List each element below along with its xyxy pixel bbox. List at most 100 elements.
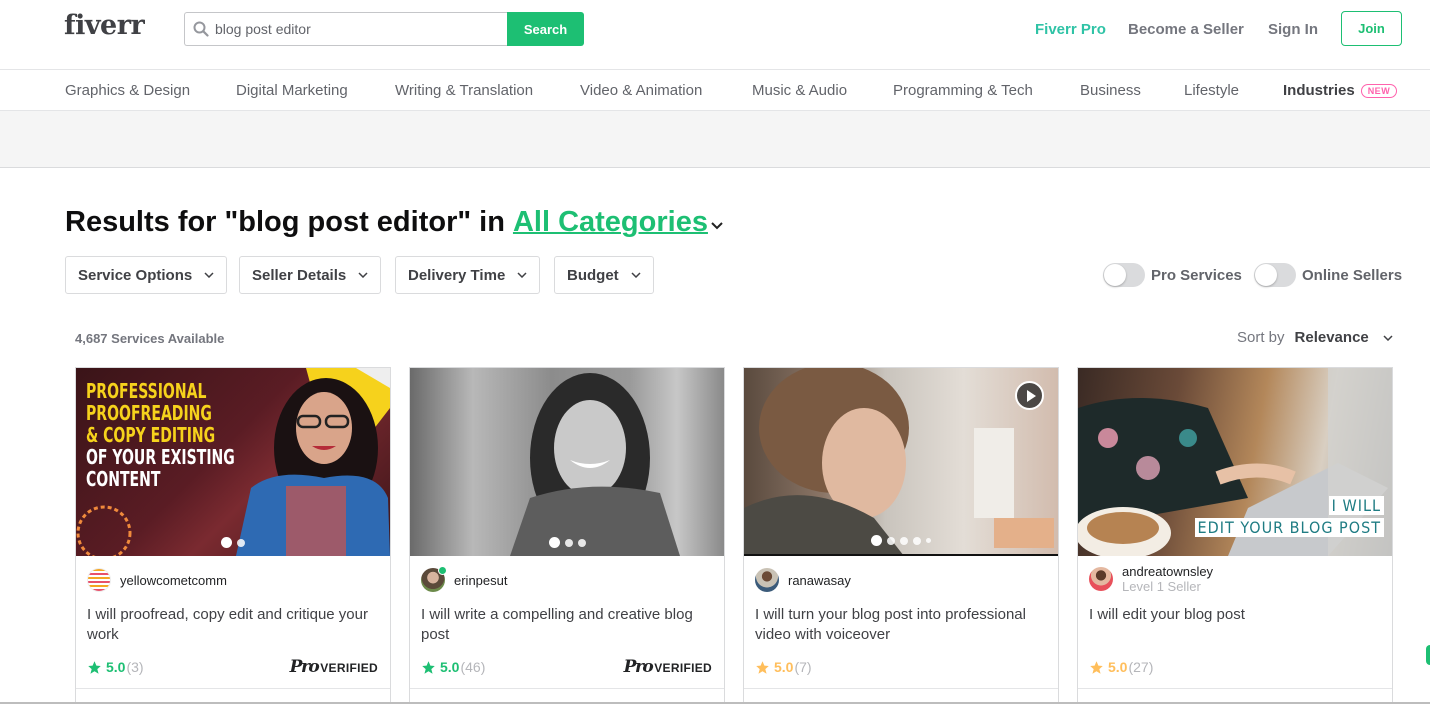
sort-dropdown[interactable]: Sort by Relevance (1237, 329, 1393, 346)
carousel-dots (744, 535, 1058, 546)
gig-title[interactable]: I will write a compelling and creative b… (421, 605, 717, 645)
gig-thumbnail[interactable]: PROFESSIONAL PROOFREADING & COPY EDITING… (76, 368, 390, 556)
gig-card[interactable]: erinpesut I will write a compelling and … (409, 367, 725, 704)
gig-thumbnail[interactable] (410, 368, 724, 556)
category-video-animation[interactable]: Video & Animation (580, 82, 702, 99)
search-box[interactable] (184, 12, 507, 46)
chat-widget-button[interactable] (1426, 645, 1430, 665)
industries-label: Industries (1283, 82, 1355, 99)
seller-info: yellowcometcomm (87, 568, 227, 592)
avatar[interactable] (755, 568, 779, 592)
chevron-down-icon (204, 272, 214, 278)
join-button[interactable]: Join (1341, 11, 1402, 46)
search-bar: Search (184, 12, 584, 46)
category-music-audio[interactable]: Music & Audio (752, 82, 847, 99)
carousel-dot[interactable] (564, 538, 573, 547)
review-count: (46) (460, 659, 486, 675)
pro-verified-badge: Pro VERIFIED (289, 657, 378, 677)
chevron-down-icon (1383, 334, 1393, 341)
chevron-down-icon (517, 272, 527, 278)
card-divider (76, 688, 390, 689)
sign-in-link[interactable]: Sign In (1268, 21, 1318, 38)
chevron-down-icon (631, 272, 641, 278)
promo-banner (0, 111, 1430, 168)
star-icon (1090, 660, 1103, 674)
thumbnail-art (510, 373, 680, 556)
online-indicator (438, 566, 447, 575)
carousel-dots (410, 537, 724, 548)
carousel-dot[interactable] (871, 535, 882, 546)
online-sellers-toggle[interactable] (1254, 263, 1296, 287)
gig-thumbnail[interactable] (744, 368, 1058, 556)
avatar[interactable] (421, 566, 447, 592)
rating-score: 5.0 (774, 659, 794, 675)
filter-seller-details[interactable]: Seller Details (239, 256, 382, 294)
search-icon (193, 21, 209, 37)
gig-title[interactable]: I will proofread, copy edit and critique… (87, 605, 383, 645)
top-header: fiverr Search Fiverr Pro Become a Seller… (0, 0, 1430, 70)
pro-services-label: Pro Services (1151, 266, 1242, 284)
seller-name[interactable]: andreatownsley (1122, 564, 1213, 579)
carousel-dot[interactable] (577, 538, 586, 547)
search-input[interactable] (215, 21, 485, 37)
avatar[interactable] (87, 568, 111, 592)
gig-card[interactable]: PROFESSIONAL PROOFREADING & COPY EDITING… (75, 367, 391, 704)
sort-value: Relevance (1294, 329, 1369, 346)
pro-services-toggle[interactable] (1103, 263, 1145, 287)
filter-service-options[interactable]: Service Options (65, 256, 228, 294)
category-business[interactable]: Business (1080, 82, 1141, 99)
rating-score: 5.0 (440, 659, 460, 675)
filter-label: Delivery Time (408, 266, 506, 284)
carousel-dot[interactable] (221, 537, 232, 548)
card-divider (410, 688, 724, 689)
gig-title[interactable]: I will edit your blog post (1089, 605, 1385, 625)
thumbnail-text: PROFESSIONAL PROOFREADING & COPY EDITING… (86, 379, 235, 491)
services-count: 4,687 Services Available (75, 331, 225, 346)
carousel-dot[interactable] (887, 536, 895, 545)
pro-verified-badge: Pro VERIFIED (623, 657, 712, 677)
gig-card[interactable]: ranawasay I will turn your blog post int… (743, 367, 1059, 704)
gig-thumbnail[interactable]: I WILL EDIT YOUR BLOG POST (1078, 368, 1392, 556)
seller-name[interactable]: yellowcometcomm (120, 573, 227, 588)
seller-meta: andreatownsley Level 1 Seller (1122, 564, 1213, 594)
seller-name[interactable]: ranawasay (788, 573, 851, 588)
pro-services-toggle-group: Pro Services (1103, 263, 1242, 287)
carousel-dot[interactable] (926, 538, 931, 543)
category-digital-marketing[interactable]: Digital Marketing (236, 82, 348, 99)
filter-label: Service Options (78, 266, 193, 284)
star-icon (756, 660, 769, 674)
fiverr-pro-link[interactable]: Fiverr Pro (1035, 21, 1106, 38)
carousel-dot[interactable] (900, 536, 908, 545)
chevron-down-icon (358, 272, 368, 278)
fiverr-logo[interactable]: fiverr (64, 10, 145, 41)
rating-score: 5.0 (106, 659, 126, 675)
filter-label: Budget (567, 266, 619, 284)
category-graphics-design[interactable]: Graphics & Design (65, 82, 190, 99)
page-title: Results for "blog post editor" in All Ca… (65, 206, 724, 239)
chevron-down-icon[interactable] (710, 221, 724, 231)
avatar[interactable] (1089, 567, 1113, 591)
rating: 5.0 (46) (421, 659, 485, 675)
filter-budget[interactable]: Budget (554, 256, 654, 294)
filter-label: Seller Details (252, 266, 347, 284)
carousel-dot[interactable] (913, 536, 921, 545)
category-writing-translation[interactable]: Writing & Translation (395, 82, 533, 99)
play-video-button[interactable] (1015, 381, 1044, 410)
review-count: (3) (126, 659, 144, 675)
star-icon (422, 660, 435, 674)
filter-delivery-time[interactable]: Delivery Time (395, 256, 541, 294)
search-button[interactable]: Search (507, 12, 584, 46)
gig-card[interactable]: I WILL EDIT YOUR BLOG POST andreatownsle… (1077, 367, 1393, 704)
all-categories-link[interactable]: All Categories (513, 206, 708, 239)
gig-title[interactable]: I will turn your blog post into professi… (755, 605, 1051, 645)
online-sellers-label: Online Sellers (1302, 266, 1403, 284)
card-divider (744, 688, 1058, 689)
category-lifestyle[interactable]: Lifestyle (1184, 82, 1239, 99)
carousel-dot[interactable] (237, 538, 245, 547)
seller-info: ranawasay (755, 568, 851, 592)
category-industries[interactable]: Industries NEW (1283, 82, 1398, 99)
become-seller-link[interactable]: Become a Seller (1128, 21, 1244, 38)
category-programming-tech[interactable]: Programming & Tech (893, 82, 1033, 99)
carousel-dot[interactable] (548, 537, 560, 548)
seller-name[interactable]: erinpesut (454, 573, 507, 588)
